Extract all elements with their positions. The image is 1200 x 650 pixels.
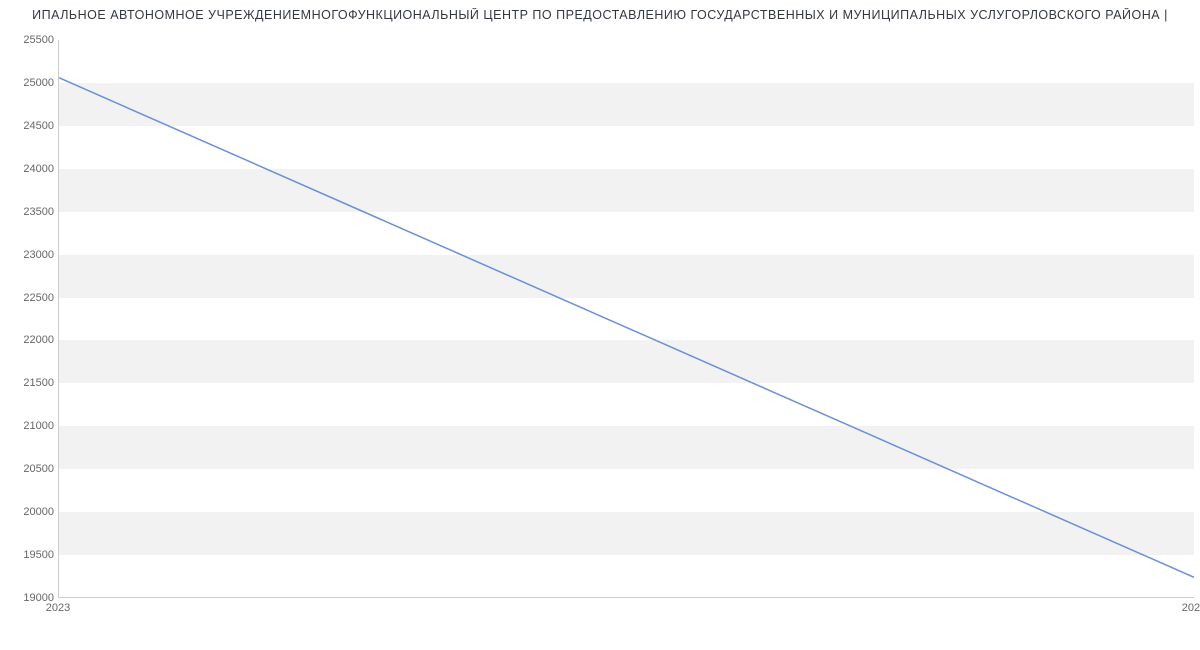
chart-container: ИПАЛЬНОЕ АВТОНОМНОЕ УЧРЕЖДЕНИЕМНОГОФУНКЦ… [0, 0, 1200, 650]
plot-area [58, 40, 1194, 598]
y-tick-label: 22500 [10, 292, 54, 304]
y-tick-label: 20000 [10, 506, 54, 518]
line-series [59, 40, 1194, 597]
y-tick-label: 22000 [10, 334, 54, 346]
y-tick-label: 21000 [10, 420, 54, 432]
y-tick-label: 19500 [10, 549, 54, 561]
y-tick-label: 21500 [10, 377, 54, 389]
chart-title: ИПАЛЬНОЕ АВТОНОМНОЕ УЧРЕЖДЕНИЕМНОГОФУНКЦ… [0, 8, 1200, 22]
y-tick-label: 25000 [10, 77, 54, 89]
y-tick-label: 23000 [10, 249, 54, 261]
y-tick-label: 23500 [10, 206, 54, 218]
data-line [59, 78, 1194, 578]
x-tick-label: 2024 [1182, 602, 1200, 614]
y-tick-label: 24000 [10, 163, 54, 175]
y-tick-label: 24500 [10, 120, 54, 132]
y-tick-label: 25500 [10, 34, 54, 46]
x-tick-label: 2023 [46, 602, 70, 614]
y-tick-label: 20500 [10, 463, 54, 475]
